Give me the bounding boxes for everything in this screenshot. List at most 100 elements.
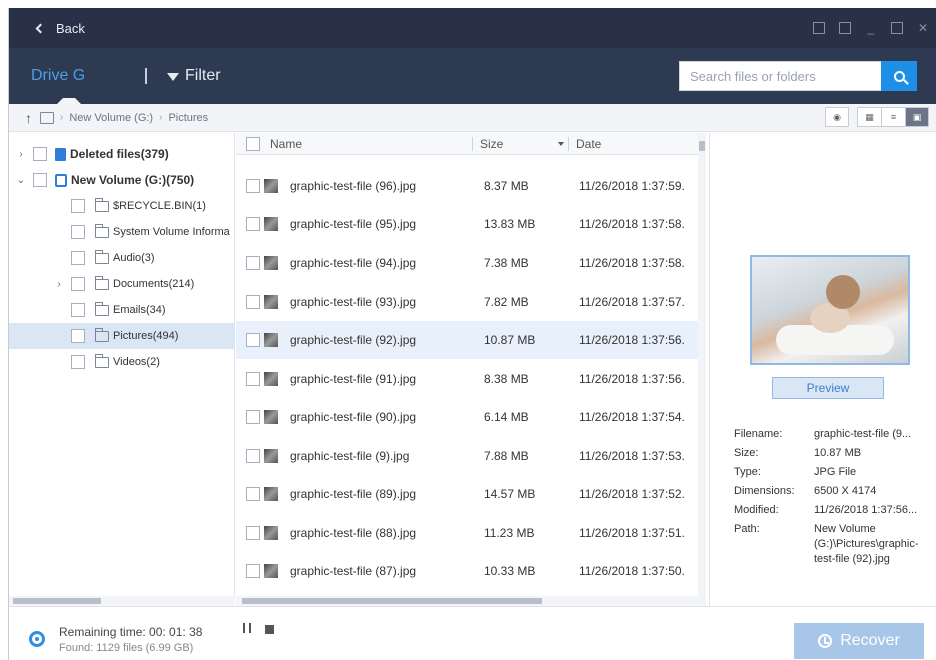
image-file-icon [264, 217, 278, 231]
back-button[interactable]: Back [35, 8, 85, 48]
checkbox[interactable] [71, 329, 85, 343]
file-size: 6.14 MB [484, 410, 529, 424]
tree-item-label: Emails(34) [113, 304, 166, 316]
row-checkbox[interactable] [246, 295, 260, 309]
file-date: 11/26/2018 1:37:52. [579, 487, 685, 501]
row-checkbox[interactable] [246, 372, 260, 386]
row-checkbox[interactable] [246, 333, 260, 347]
select-all-checkbox[interactable] [246, 137, 260, 151]
arrow-up-icon[interactable]: ↑ [25, 110, 32, 126]
meta-row: Filename: graphic-test-file (9... [734, 425, 934, 444]
close-icon[interactable]: ✕ [917, 22, 929, 34]
tree-item-recycle-bin[interactable]: $RECYCLE.BIN(1) [9, 193, 234, 219]
list-horizontal-scrollbar[interactable] [236, 596, 706, 606]
folder-icon [95, 275, 109, 290]
preview-thumbnail[interactable] [750, 255, 910, 365]
meta-row: Dimensions: 6500 X 4174 [734, 482, 934, 501]
column-divider[interactable] [568, 137, 569, 151]
table-row[interactable]: graphic-test-file (91).jpg 8.38 MB 11/26… [236, 360, 698, 398]
list-view-icon[interactable]: ≡ [881, 107, 905, 127]
checkbox[interactable] [71, 251, 85, 265]
drive-icon [40, 111, 54, 124]
checkbox[interactable] [71, 199, 85, 213]
column-divider[interactable] [472, 137, 473, 151]
tree-horizontal-scrollbar[interactable] [9, 596, 235, 606]
row-checkbox[interactable] [246, 410, 260, 424]
file-date: 11/26/2018 1:37:56. [579, 372, 685, 386]
tree-item-emails[interactable]: Emails(34) [9, 297, 234, 323]
minimize-icon[interactable]: _ [865, 22, 877, 34]
row-checkbox[interactable] [246, 217, 260, 231]
breadcrumb-separator-icon: › [159, 112, 163, 123]
tree-item-deleted-files[interactable]: › Deleted files(379) [9, 141, 234, 167]
scrollbar-thumb[interactable] [242, 598, 542, 604]
chevron-down-icon[interactable]: ⌄ [15, 175, 27, 186]
breadcrumb-separator-icon: › [60, 112, 64, 123]
image-file-icon [264, 372, 278, 386]
row-checkbox[interactable] [246, 526, 260, 540]
table-row[interactable]: graphic-test-file (9).jpg 7.88 MB 11/26/… [236, 437, 698, 475]
tree-item-label: System Volume Informa [113, 226, 230, 238]
eye-icon[interactable]: ◉ [825, 107, 849, 127]
chevron-right-icon[interactable]: › [53, 279, 65, 290]
breadcrumb-item[interactable]: Pictures [168, 112, 208, 124]
table-row[interactable]: graphic-test-file (88).jpg 11.23 MB 11/2… [236, 514, 698, 552]
table-row[interactable]: graphic-test-file (95).jpg 13.83 MB 11/2… [236, 205, 698, 243]
meta-type: JPG File [814, 466, 857, 478]
file-size: 8.38 MB [484, 372, 529, 386]
table-row[interactable]: graphic-test-file (89).jpg 14.57 MB 11/2… [236, 475, 698, 513]
maximize-icon[interactable] [891, 22, 903, 34]
file-date: 11/26/2018 1:37:58. [579, 256, 685, 270]
file-date: 11/26/2018 1:37:56. [579, 333, 685, 347]
feedback-icon[interactable] [813, 22, 825, 34]
scrollbar-thumb[interactable] [699, 141, 705, 151]
tree-item-documents[interactable]: › Documents(214) [9, 271, 234, 297]
tree-item-system-volume[interactable]: System Volume Informa [9, 219, 234, 245]
table-row[interactable]: graphic-test-file (93).jpg 7.82 MB 11/26… [236, 283, 698, 321]
folder-icon [95, 327, 109, 342]
meta-dimensions: 6500 X 4174 [814, 485, 877, 497]
chevron-left-icon [35, 23, 46, 33]
file-date: 11/26/2018 1:37:54. [579, 410, 685, 424]
stop-icon[interactable] [265, 625, 274, 634]
checkbox[interactable] [71, 277, 85, 291]
grid-view-icon[interactable]: ▦ [857, 107, 881, 127]
tree-item-pictures[interactable]: Pictures(494) [9, 323, 234, 349]
row-checkbox[interactable] [246, 487, 260, 501]
table-row[interactable]: graphic-test-file (87).jpg 10.33 MB 11/2… [236, 552, 698, 590]
checkbox[interactable] [71, 225, 85, 239]
row-checkbox[interactable] [246, 564, 260, 578]
breadcrumb-item[interactable]: New Volume (G:) [69, 112, 153, 124]
tree-item-videos[interactable]: Videos(2) [9, 349, 234, 375]
tree-item-new-volume[interactable]: ⌄ New Volume (G:)(750) [9, 167, 234, 193]
row-checkbox[interactable] [246, 449, 260, 463]
preview-button[interactable]: Preview [772, 377, 884, 399]
column-name[interactable]: Name [270, 133, 302, 155]
table-row[interactable]: graphic-test-file (90).jpg 6.14 MB 11/26… [236, 398, 698, 436]
meta-row: Modified: 11/26/2018 1:37:56... [734, 501, 934, 520]
row-checkbox[interactable] [246, 256, 260, 270]
checkbox[interactable] [71, 355, 85, 369]
tree-item-audio[interactable]: Audio(3) [9, 245, 234, 271]
checkbox[interactable] [71, 303, 85, 317]
search-button[interactable] [881, 61, 917, 91]
scrollbar-thumb[interactable] [13, 598, 101, 604]
column-size[interactable]: Size [480, 133, 503, 155]
table-row[interactable]: graphic-test-file (92).jpg 10.87 MB 11/2… [236, 321, 698, 359]
recover-button[interactable]: Recover [794, 623, 924, 659]
detail-view-icon[interactable]: ▣ [905, 107, 929, 127]
vertical-scrollbar[interactable] [698, 133, 706, 596]
table-row[interactable]: graphic-test-file (96).jpg 8.37 MB 11/26… [236, 167, 698, 205]
table-row[interactable]: graphic-test-file (94).jpg 7.38 MB 11/26… [236, 244, 698, 282]
checkbox[interactable] [33, 173, 47, 187]
row-checkbox[interactable] [246, 179, 260, 193]
checkbox[interactable] [33, 147, 47, 161]
column-date[interactable]: Date [576, 133, 601, 155]
search-input[interactable] [679, 61, 881, 91]
pause-icon[interactable] [243, 623, 251, 633]
menu-icon[interactable] [839, 22, 851, 34]
filter-button[interactable]: Filter [167, 48, 221, 104]
drive-tab[interactable]: Drive G [31, 48, 85, 104]
chevron-right-icon[interactable]: › [15, 149, 27, 160]
file-size: 13.83 MB [484, 217, 536, 231]
